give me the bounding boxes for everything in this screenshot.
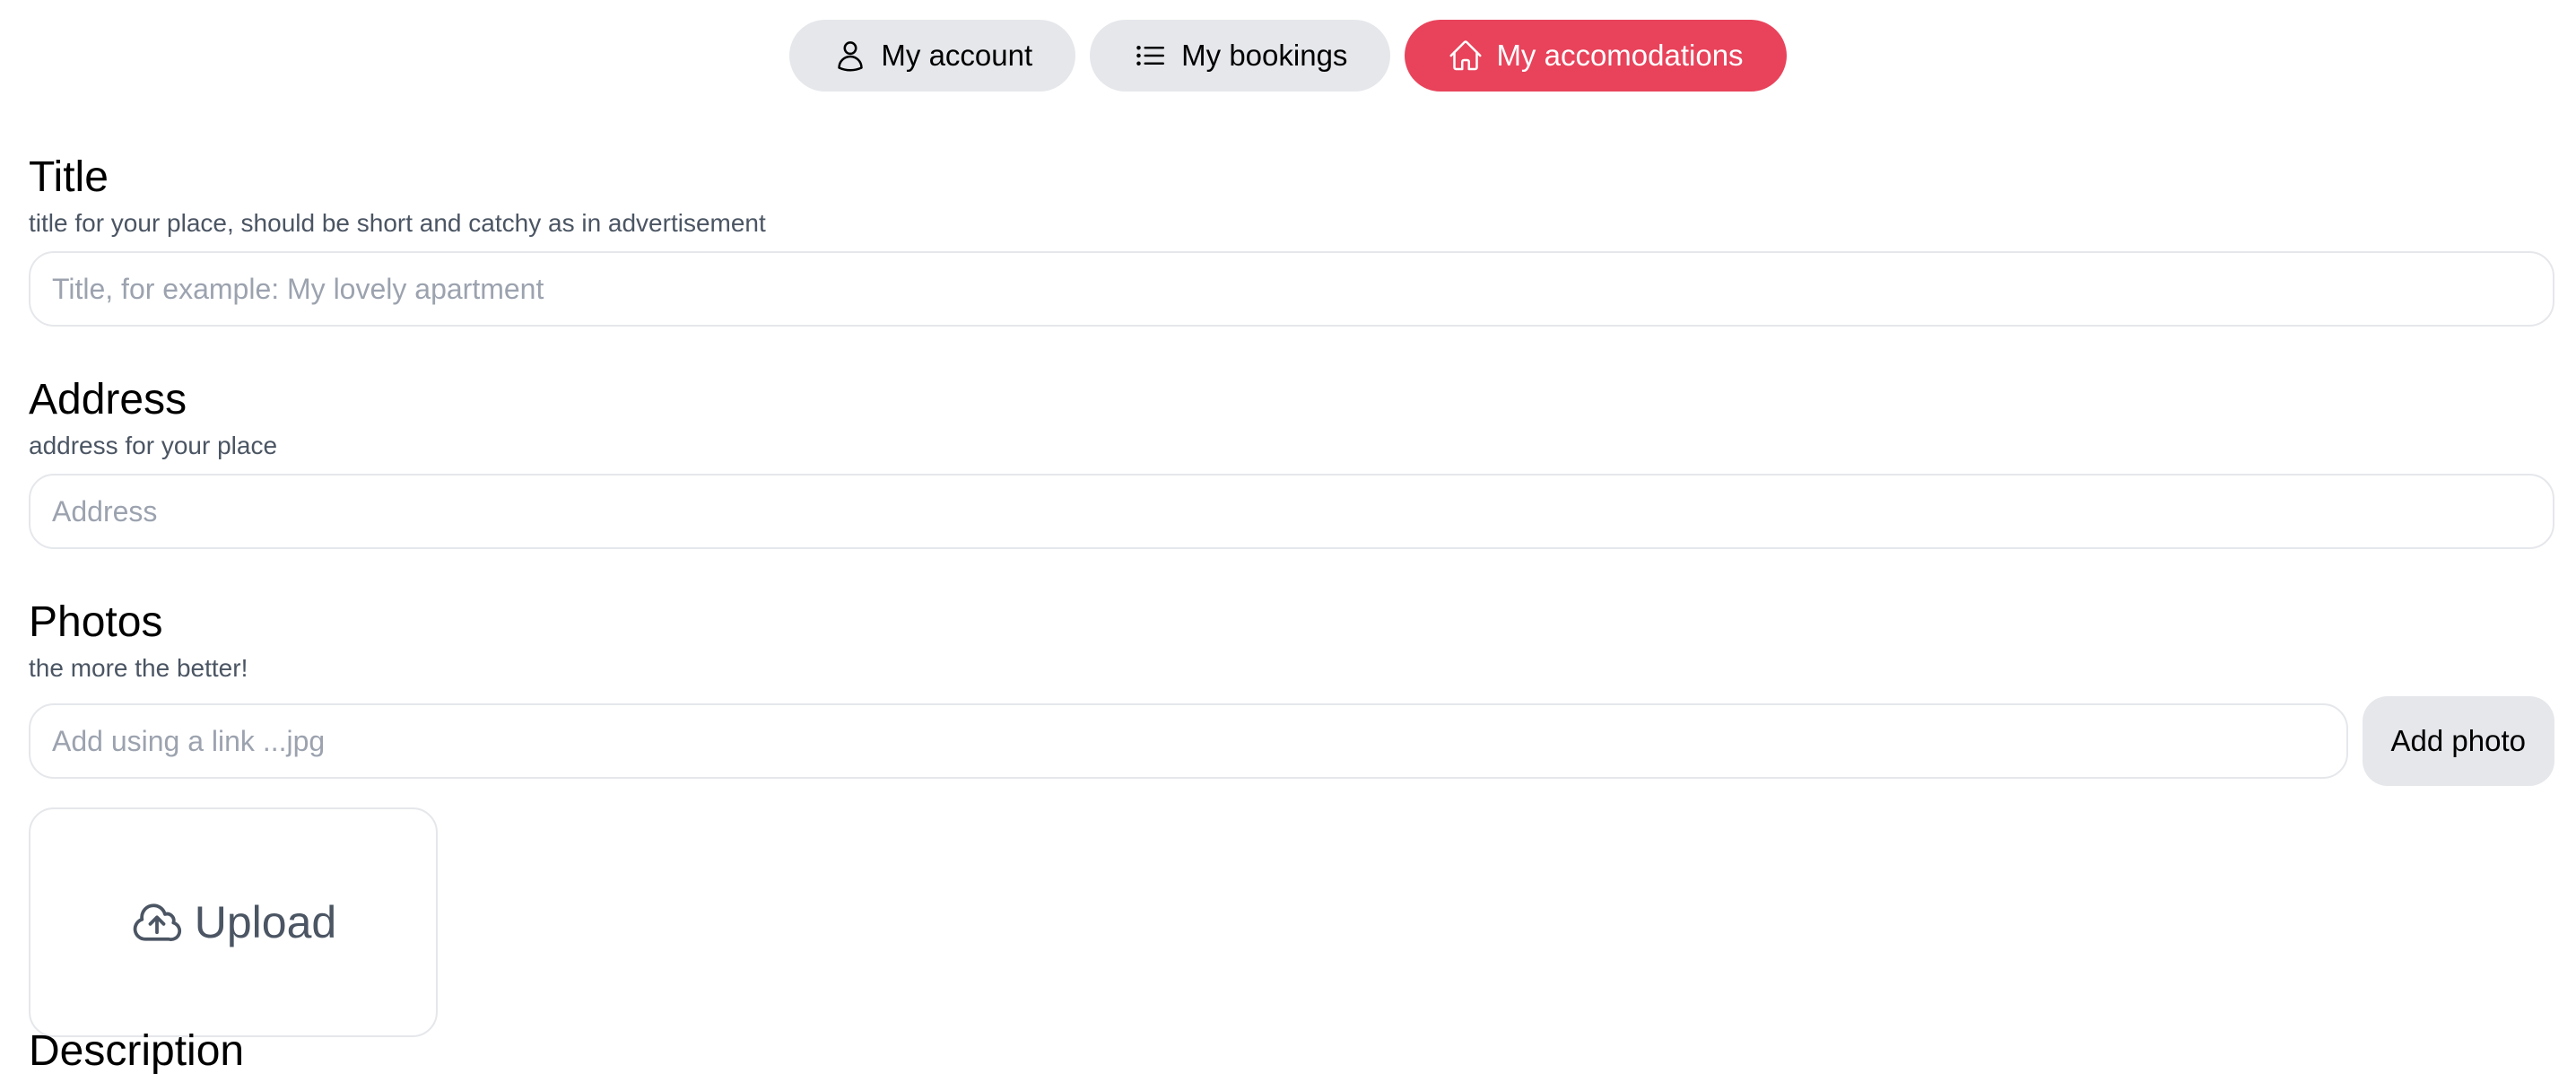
cloud-upload-icon: [130, 895, 184, 949]
title-heading: Title: [29, 153, 109, 201]
list-icon: [1133, 38, 1169, 74]
photo-link-input[interactable]: [29, 703, 2348, 779]
upload-label: Upload: [194, 897, 337, 947]
title-description: title for your place, should be short an…: [29, 209, 766, 237]
add-photo-button[interactable]: Add photo: [2362, 696, 2554, 786]
title-input[interactable]: [29, 251, 2554, 327]
user-icon: [832, 38, 868, 74]
title-section: Title title for your place, should be sh…: [29, 149, 2554, 327]
nav-my-bookings-button[interactable]: My bookings: [1090, 20, 1391, 92]
account-nav: My account My bookings My accomodations: [0, 20, 2576, 92]
nav-my-account-button[interactable]: My account: [789, 20, 1076, 92]
photo-link-row: Add photo: [29, 696, 2554, 786]
address-description: address for your place: [29, 432, 278, 459]
address-section: Address address for your place: [29, 371, 2554, 549]
new-place-form: Title title for your place, should be sh…: [29, 149, 2554, 1082]
nav-my-account-label: My account: [881, 39, 1033, 72]
address-input[interactable]: [29, 474, 2554, 549]
upload-photo-button[interactable]: Upload: [29, 807, 438, 1037]
address-heading: Address: [29, 376, 187, 423]
description-heading: Description: [29, 1027, 245, 1075]
photos-description: the more the better!: [29, 654, 248, 682]
nav-my-bookings-label: My bookings: [1181, 39, 1348, 72]
home-icon: [1448, 38, 1484, 74]
photos-heading: Photos: [29, 598, 163, 646]
nav-my-accomodations-button[interactable]: My accomodations: [1405, 20, 1787, 92]
photos-section: Photos the more the better! Add photo Up…: [29, 594, 2554, 1037]
nav-my-accomodations-label: My accomodations: [1496, 39, 1744, 72]
